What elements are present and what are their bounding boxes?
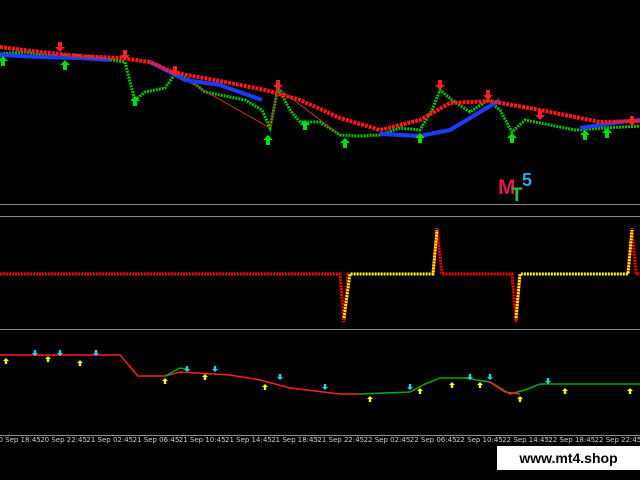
buy-arrow-icon — [602, 128, 612, 138]
logo-letter-t: T — [511, 185, 523, 206]
sell-signal-arrow-icon — [487, 374, 493, 380]
buy-arrow-icon — [263, 135, 273, 145]
sell-signal-arrow-icon — [212, 366, 218, 372]
oscillator-pane[interactable] — [0, 218, 640, 328]
time-axis-tick-label: 21 Sep 22:45 — [317, 436, 365, 444]
signal-line-red — [0, 354, 360, 395]
time-axis-tick-label: 20 Sep 18:45 — [0, 436, 41, 444]
buy-signal-arrow-icon — [3, 358, 9, 364]
price-chart[interactable] — [0, 0, 640, 204]
sell-arrow-icon — [55, 42, 65, 52]
oscillator-chart[interactable] — [0, 218, 640, 328]
pane-separator[interactable] — [0, 329, 640, 330]
buy-signal-arrow-icon — [202, 374, 208, 380]
logo-digit-5: 5 — [522, 170, 533, 190]
price-series — [0, 50, 640, 138]
sell-arrow-icon — [483, 90, 493, 100]
buy-signal-arrow-icon — [162, 378, 168, 384]
pane-separator[interactable] — [0, 216, 640, 217]
watermark-label: www.mt4.shop — [497, 446, 640, 470]
buy-arrow-icon — [60, 60, 70, 70]
mt5-logo: M T 5 — [496, 170, 540, 210]
time-axis-tick-label: 21 Sep 10:45 — [178, 436, 226, 444]
buy-arrow-icon — [580, 130, 590, 140]
main-chart-pane[interactable] — [0, 0, 640, 204]
buy-arrow-icon — [340, 138, 350, 148]
time-axis-tick-label: 22 Sep 10:45 — [456, 436, 503, 444]
buy-signal-arrow-icon — [77, 360, 83, 366]
time-axis-tick-label: 20 Sep 22:45 — [40, 436, 87, 444]
buy-signal-arrow-icon — [517, 396, 523, 402]
buy-arrow-icon — [507, 133, 517, 143]
signal-pane[interactable] — [0, 332, 640, 435]
buy-signal-arrow-icon — [417, 388, 423, 394]
pane-separator[interactable] — [0, 204, 640, 205]
time-axis-tick-label: 22 Sep 14:45 — [502, 436, 549, 444]
sell-signal-arrow-icon — [277, 374, 283, 380]
buy-signal-arrow-icon — [367, 396, 373, 402]
sell-arrow-icon — [273, 80, 283, 90]
signal-chart[interactable] — [0, 332, 640, 435]
time-axis-tick-label: 21 Sep 06:45 — [132, 436, 180, 444]
oscillator-base-line — [0, 227, 640, 323]
time-axis-tick-label: 21 Sep 02:45 — [86, 436, 134, 444]
buy-signal-arrow-icon — [262, 384, 268, 390]
sell-signal-arrow-icon — [407, 384, 413, 390]
sell-signal-arrow-icon — [184, 366, 190, 372]
buy-arrow-icon — [0, 56, 8, 66]
time-axis-tick-label: 21 Sep 18:45 — [271, 436, 318, 444]
time-axis-tick-label: 22 Sep 22:45 — [594, 436, 640, 444]
sell-signal-arrow-icon — [545, 378, 551, 384]
time-axis-tick-label: 22 Sep 02:45 — [363, 436, 411, 444]
buy-signal-arrow-icon — [45, 356, 51, 362]
time-axis-tick-label: 21 Sep 14:45 — [225, 436, 272, 444]
sell-signal-arrow-icon — [322, 384, 328, 390]
buy-signal-arrow-icon — [449, 382, 455, 388]
time-axis-tick-label: 22 Sep 18:45 — [548, 436, 596, 444]
sell-arrow-icon — [435, 80, 445, 90]
buy-signal-arrow-icon — [477, 382, 483, 388]
buy-signal-arrow-icon — [627, 388, 633, 394]
buy-signal-arrow-icon — [562, 388, 568, 394]
time-axis-tick-label: 22 Sep 06:45 — [409, 436, 457, 444]
sell-arrow-icon — [627, 116, 637, 126]
signal-line-green — [359, 377, 640, 395]
